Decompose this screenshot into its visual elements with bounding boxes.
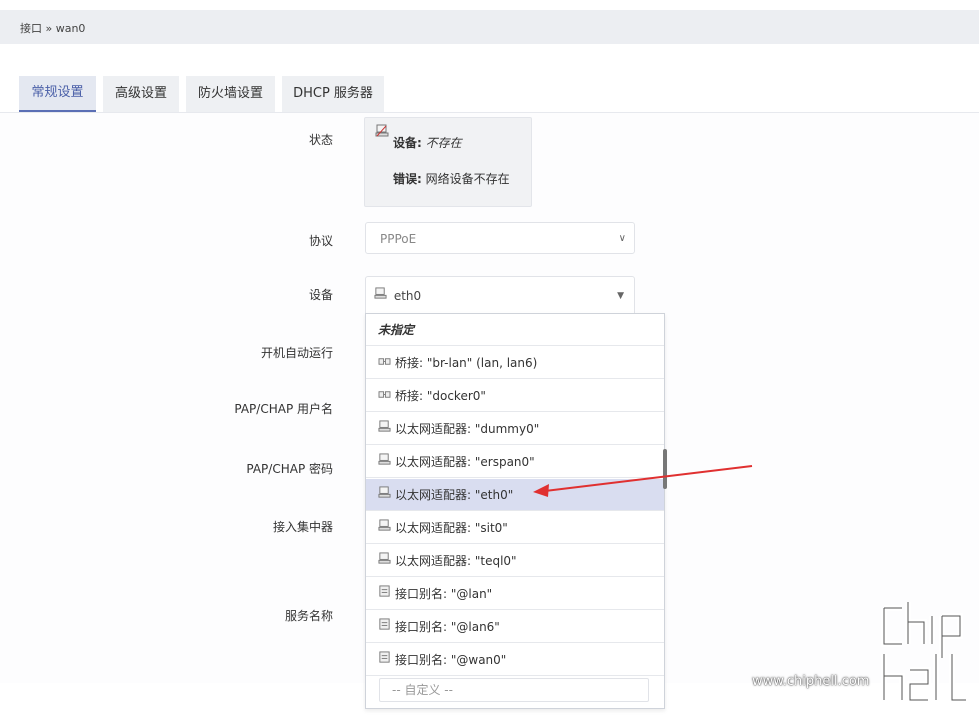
tab-general[interactable]: 常规设置	[19, 76, 96, 112]
bridge-icon	[378, 381, 392, 413]
alias-icon	[378, 612, 392, 644]
dropdown-item-label: 以太网适配器: "teql0"	[395, 554, 517, 568]
status-device-line: 设备: 不存在	[393, 134, 462, 151]
network-device-icon	[375, 124, 389, 142]
dropdown-item-eth-erspan0[interactable]: 以太网适配器: "erspan0"	[366, 446, 664, 478]
dropdown-item-label: 接口别名: "@lan6"	[395, 620, 500, 634]
dropdown-item-eth-sit0[interactable]: 以太网适配器: "sit0"	[366, 512, 664, 544]
device-label: 设备	[308, 288, 333, 302]
dropdown-item-label: 接口别名: "@lan"	[395, 587, 493, 601]
protocol-select[interactable]: PPPoE ∨	[365, 222, 635, 254]
tab-firewall[interactable]: 防火墙设置	[186, 76, 275, 112]
dropdown-item-alias-lan6[interactable]: 接口别名: "@lan6"	[366, 611, 664, 643]
alias-icon	[378, 579, 392, 611]
ethernet-icon	[378, 513, 392, 545]
dropdown-item-label: 接口别名: "@wan0"	[395, 653, 507, 667]
ethernet-icon	[374, 277, 390, 315]
dropdown-item-bridge-docker0[interactable]: 桥接: "docker0"	[366, 380, 664, 412]
username-label: PAP/CHAP 用户名	[234, 402, 333, 416]
status-error-key: 错误:	[393, 172, 422, 186]
autostart-label: 开机自动运行	[260, 346, 333, 360]
dropdown-item-bridge-br-lan[interactable]: 桥接: "br-lan" (lan, lan6)	[366, 347, 664, 379]
dropdown-item-alias-wan0[interactable]: 接口别名: "@wan0"	[366, 644, 664, 676]
dropdown-item-label: 桥接: "br-lan" (lan, lan6)	[395, 356, 538, 370]
ethernet-icon	[378, 414, 392, 446]
custom-device-input[interactable]: -- 自定义 --	[379, 678, 649, 702]
dropdown-item-label: 桥接: "docker0"	[395, 389, 486, 403]
top-bar	[0, 10, 979, 44]
dropdown-item-label: 以太网适配器: "sit0"	[395, 521, 508, 535]
ethernet-icon	[378, 546, 392, 578]
chiphell-logo	[880, 600, 970, 705]
dropdown-item-eth-teql0[interactable]: 以太网适配器: "teql0"	[366, 545, 664, 577]
dropdown-item-label: 以太网适配器: "erspan0"	[395, 455, 535, 469]
device-value: eth0	[393, 289, 422, 303]
dropdown-item-alias-lan[interactable]: 接口别名: "@lan"	[366, 578, 664, 610]
protocol-label: 协议	[308, 234, 333, 248]
dropdown-item-eth-dummy0[interactable]: 以太网适配器: "dummy0"	[366, 413, 664, 445]
status-device-key: 设备:	[393, 136, 422, 150]
caret-down-icon: ▼	[617, 291, 624, 301]
bridge-icon	[378, 348, 392, 380]
watermark-site: www.chiphell.com	[752, 674, 870, 689]
device-select[interactable]: eth0 ▼	[365, 276, 635, 314]
status-label: 状态	[308, 133, 333, 147]
password-label: PAP/CHAP 密码	[246, 462, 333, 476]
dropdown-item-label: 以太网适配器: "eth0"	[395, 488, 514, 502]
breadcrumb[interactable]: 接口 » wan0	[20, 20, 85, 36]
status-error-value: 网络设备不存在	[425, 172, 510, 186]
tab-advanced[interactable]: 高级设置	[103, 76, 179, 112]
dropdown-item-label: 以太网适配器: "dummy0"	[395, 422, 540, 436]
service-name-label: 服务名称	[284, 609, 333, 623]
status-device-value: 不存在	[425, 136, 462, 150]
ethernet-icon	[378, 447, 392, 479]
tab-dhcp[interactable]: DHCP 服务器	[282, 76, 384, 112]
chevron-down-icon: ∨	[618, 233, 626, 244]
scrollbar-thumb[interactable]	[663, 449, 667, 489]
status-error-line: 错误: 网络设备不存在	[393, 170, 510, 187]
ethernet-icon	[378, 480, 392, 512]
dropdown-item-unspecified[interactable]: 未指定	[366, 314, 664, 346]
access-concentrator-label: 接入集中器	[272, 520, 333, 534]
device-dropdown[interactable]: 未指定 桥接: "br-lan" (lan, lan6) 桥接: "docker…	[365, 313, 665, 709]
dropdown-item-label: 未指定	[378, 323, 415, 337]
dropdown-item-eth-eth0[interactable]: 以太网适配器: "eth0"	[366, 479, 664, 511]
alias-icon	[378, 645, 392, 677]
protocol-value: PPPoE	[380, 232, 417, 246]
status-box: 设备: 不存在 错误: 网络设备不存在	[364, 117, 532, 207]
